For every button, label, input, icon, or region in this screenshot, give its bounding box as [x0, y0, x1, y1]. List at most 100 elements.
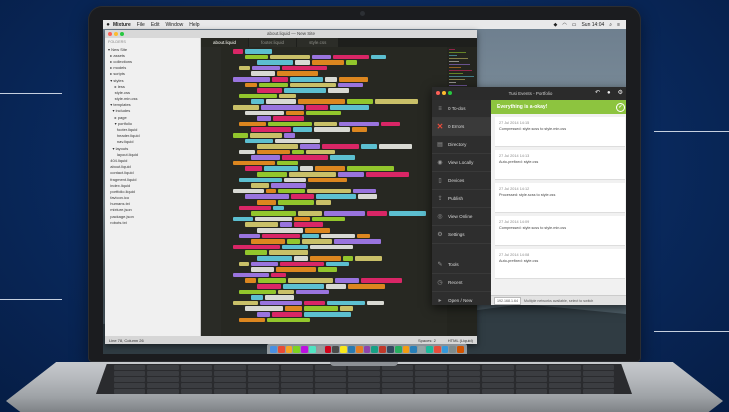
dock-app-icon[interactable] — [379, 345, 386, 353]
dock-app-icon[interactable] — [308, 345, 316, 353]
nav-item-0-errors[interactable]: ✕ 0 Errors — [432, 118, 491, 136]
code-line — [223, 49, 443, 54]
tab-about-liquid[interactable]: about.liquid — [201, 38, 249, 47]
indent-setting[interactable]: Spaces: 2 — [418, 338, 436, 343]
keyboard-key — [147, 389, 179, 394]
dock-app-icon[interactable] — [340, 345, 347, 353]
code-line — [223, 289, 443, 295]
keyboard-key — [549, 389, 581, 394]
dock-app-icon[interactable] — [418, 345, 425, 353]
ip-select[interactable]: 192.168.1.64 — [494, 296, 521, 305]
code-area[interactable] — [223, 49, 443, 323]
nav-item-devices[interactable]: ▯ Devices — [432, 172, 491, 190]
code-line — [223, 188, 443, 194]
editor-titlebar: about.liquid — New Site — [105, 30, 477, 38]
tab-style-css[interactable]: style.css — [297, 38, 339, 47]
keyboard-key — [114, 377, 146, 382]
nav-item-open-new[interactable]: ▸ Open / New — [432, 292, 491, 305]
code-line — [223, 239, 443, 244]
keyboard-key — [549, 377, 581, 382]
menu-file[interactable]: File — [137, 22, 145, 28]
dock-app-icon[interactable] — [293, 345, 301, 353]
menu-edit[interactable]: Edit — [151, 22, 160, 28]
code-line — [223, 272, 443, 278]
tab-footer-liquid[interactable]: footer.liquid — [249, 38, 297, 47]
dock-app-icon[interactable] — [270, 345, 277, 353]
dock-app-icon[interactable] — [363, 345, 371, 353]
syntax-mode[interactable]: HTML (Liquid) — [448, 338, 473, 343]
undo-icon[interactable]: ↶ — [595, 87, 600, 100]
dock-app-icon[interactable] — [371, 345, 379, 353]
nav-item-view-online[interactable]: ◎ View Online — [432, 208, 491, 226]
nav-item-directory[interactable]: ▤ Directory — [432, 136, 491, 154]
code-line — [223, 216, 443, 222]
menubar-clock[interactable]: Sun 14:04 — [581, 22, 604, 28]
dock-app-icon[interactable] — [285, 345, 293, 353]
code-line — [223, 116, 443, 121]
dock-app-icon[interactable] — [386, 345, 394, 353]
log-entry[interactable]: 27 Jul 2014 14:13 Auto-prefixed: style.cs… — [495, 150, 625, 180]
minimize-button[interactable] — [114, 32, 118, 36]
code-line — [223, 144, 443, 149]
code-line — [223, 183, 443, 188]
code-line — [223, 104, 443, 110]
keyboard-key — [180, 371, 213, 376]
gear-icon[interactable]: ⚙ — [618, 87, 623, 100]
dock-app-icon[interactable] — [324, 345, 332, 353]
log-entry[interactable]: 27 Jul 2014 14:08 Auto-prefixed: style.cs… — [495, 249, 625, 279]
menu-app-name[interactable]: Mixture — [113, 22, 131, 28]
prepros-sidebar: ≡ 0 To-dos ✕ 0 Errors ▤ Directory ◉ View Locall… — [432, 100, 491, 305]
editor-statusbar: Line 78, Column 26 Spaces: 2 HTML (Liqui… — [105, 336, 477, 344]
dock-app-icon[interactable] — [394, 345, 402, 353]
menu-help[interactable]: Help — [189, 22, 199, 28]
nav-item-recent[interactable]: ◷ Recent — [432, 274, 491, 292]
code-line — [223, 194, 443, 200]
dock-app-icon[interactable] — [433, 345, 441, 353]
dock-app-icon[interactable] — [441, 345, 449, 353]
keyboard-key — [214, 383, 246, 388]
apple-icon[interactable]: ● — [103, 22, 113, 28]
menu-window[interactable]: Window — [165, 22, 183, 28]
dock-app-icon[interactable] — [355, 345, 363, 353]
editor-title: about.liquid — New Site — [266, 31, 316, 36]
log-entry[interactable]: 27 Jul 2014 14:12 Processed: style.scss t… — [495, 183, 625, 213]
dock-app-icon[interactable] — [425, 345, 433, 353]
keyboard-key — [247, 389, 280, 394]
dock-app-icon[interactable] — [457, 345, 464, 353]
battery-icon[interactable]: ▭ — [572, 22, 577, 28]
nav-item-publish[interactable]: ⇪ Publish — [432, 190, 491, 208]
nav-item-0-to-dos[interactable]: ≡ 0 To-dos — [432, 100, 491, 118]
prepros-log-panel: Everything is a-okay! ✓ 27 Jul 2014 14:1… — [491, 100, 626, 305]
dock-app-icon[interactable] — [301, 345, 308, 353]
dock-app-icon[interactable] — [332, 345, 340, 353]
log-entry[interactable]: 27 Jul 2014 14:15 Compressed: style.scss … — [495, 117, 625, 147]
file-tree-item[interactable]: robots.txt — [105, 219, 200, 225]
dock-app-icon[interactable] — [347, 345, 355, 353]
keyboard-key — [147, 383, 179, 388]
lightbulb-icon[interactable]: ● — [607, 87, 611, 100]
dock-app-icon[interactable] — [410, 345, 418, 353]
close-button[interactable] — [108, 32, 112, 36]
dock-app-icon[interactable] — [402, 345, 410, 353]
nav-item-settings[interactable]: ⚙ Settings — [432, 226, 491, 244]
prepros-titlebar: Tusi Events - Portfolio ↶ ● ⚙ — [432, 87, 626, 100]
zoom-button[interactable] — [120, 32, 124, 36]
nav-item-label: View Online — [448, 214, 473, 219]
code-line — [223, 267, 443, 272]
keyboard-key — [448, 377, 481, 382]
nav-item-view-locally[interactable]: ◉ View Locally — [432, 154, 491, 172]
log-entry[interactable]: 27 Jul 2014 14:09 Compressed: style.scss … — [495, 216, 625, 246]
code-line — [223, 132, 443, 138]
dropbox-icon[interactable]: ◆ — [553, 22, 557, 28]
keyboard-key — [381, 371, 414, 376]
code-line — [223, 205, 443, 211]
wifi-icon[interactable]: ◠ — [562, 22, 566, 28]
code-line — [223, 317, 443, 323]
spotlight-icon[interactable]: ⌕ — [609, 22, 612, 28]
notification-icon[interactable]: ≡ — [617, 22, 620, 28]
keyboard-key — [214, 371, 246, 376]
dock-app-icon[interactable] — [449, 345, 457, 353]
nav-item-tools[interactable]: ✎ Tools — [432, 256, 491, 274]
dock-app-icon[interactable] — [316, 345, 324, 353]
dock-app-icon[interactable] — [277, 345, 285, 353]
